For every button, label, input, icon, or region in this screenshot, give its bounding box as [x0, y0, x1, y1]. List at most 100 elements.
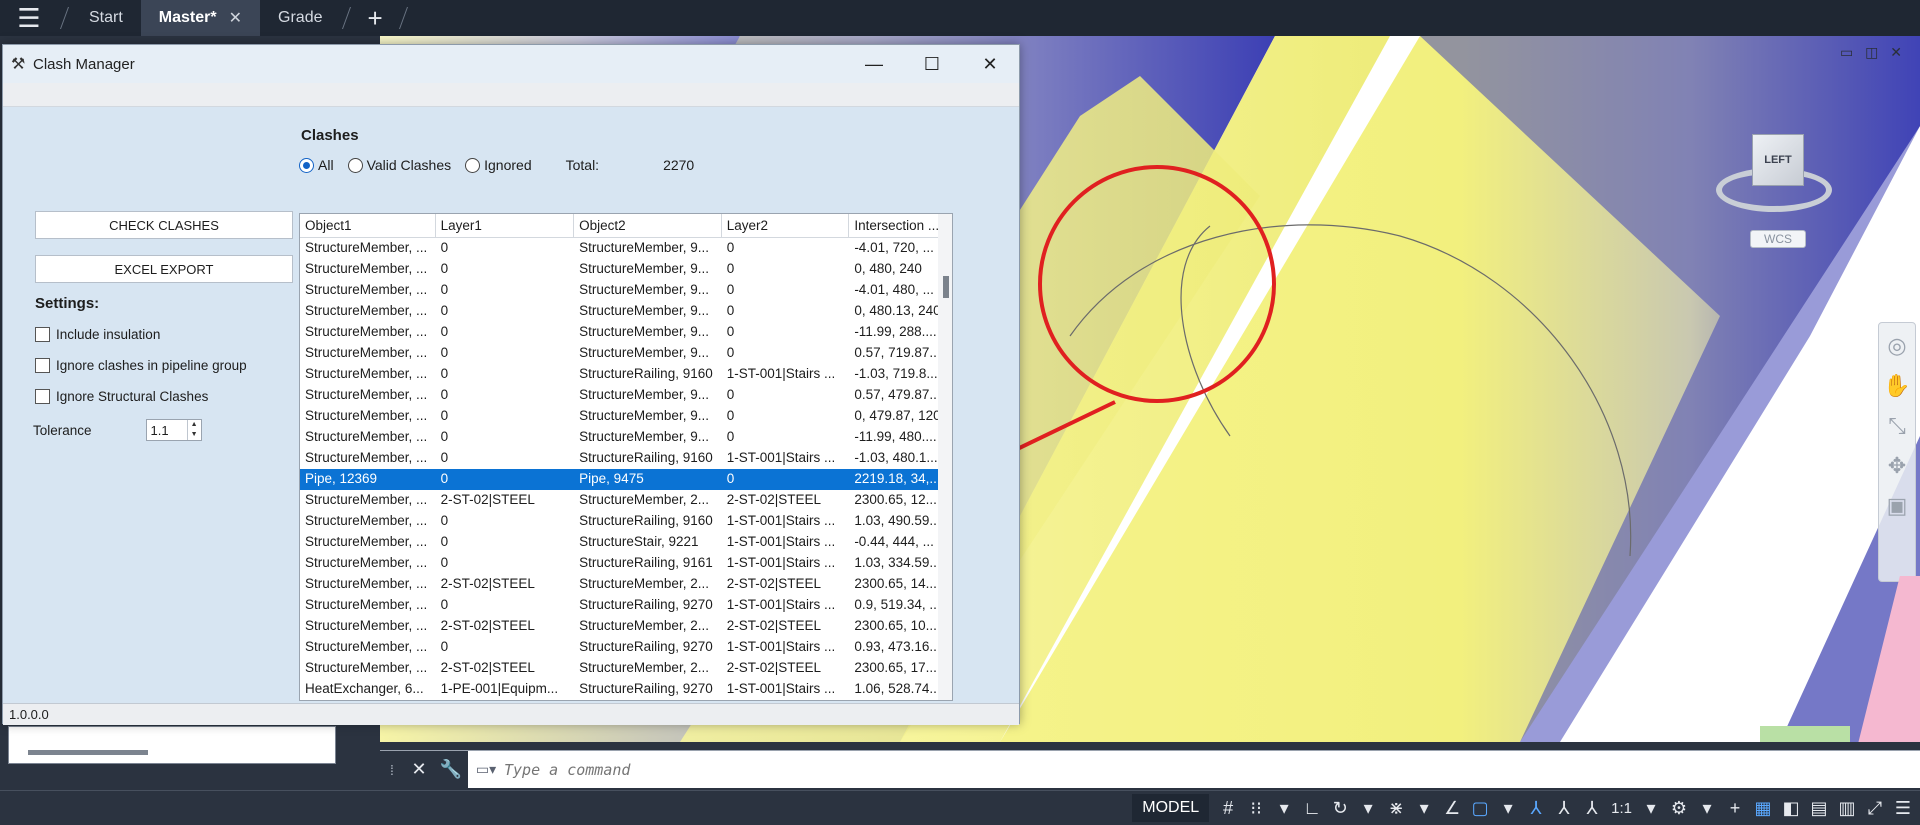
excel-export-button[interactable]: EXCEL EXPORT	[35, 255, 293, 283]
table-row[interactable]: StructureMember, ... 0 StructureMember, 9.…	[300, 238, 952, 259]
tolerance-value[interactable]: 1.1	[151, 423, 169, 438]
grid-icon[interactable]: #	[1219, 798, 1237, 819]
table-row[interactable]: StructureMember, ... 0 StructureMember, 9.…	[300, 343, 952, 364]
dropdown-arrow-icon[interactable]: ▾	[1642, 798, 1660, 819]
spinner-arrows-icon[interactable]: ▲ ▼	[186, 420, 201, 440]
pan-hand-icon[interactable]: ✋	[1883, 373, 1910, 399]
annotation-visibility-icon[interactable]: ⅄	[1555, 798, 1573, 819]
tab-start[interactable]: Start	[71, 0, 141, 36]
customize-menu-icon[interactable]: ☰	[1894, 798, 1912, 819]
column-header-object1[interactable]: Object1	[300, 214, 436, 237]
tolerance-stepper[interactable]: 1.1 ▲ ▼	[145, 419, 202, 441]
table-row[interactable]: StructureMember, ... 2-ST-02|STEEL Structu…	[300, 574, 952, 595]
dropdown-arrow-icon[interactable]: ▾	[1359, 798, 1377, 819]
include-insulation-checkbox[interactable]: Include insulation	[35, 327, 160, 342]
close-icon[interactable]: ✕	[961, 54, 1019, 75]
hardware-acceleration-icon[interactable]: ▤	[1810, 798, 1828, 819]
column-header-object2[interactable]: Object2	[574, 214, 722, 237]
zoom-icon[interactable]: ⤡	[1888, 413, 1906, 439]
properties-icon[interactable]: ▥	[1838, 798, 1856, 819]
table-row[interactable]: StructureMember, ... 0 StructureMember, 9.…	[300, 301, 952, 322]
object-snap-tracking-icon[interactable]: ⋇	[1387, 798, 1405, 819]
ignore-structural-clashes-checkbox[interactable]: Ignore Structural Clashes	[35, 389, 208, 404]
dropdown-arrow-icon[interactable]: ▾	[1499, 798, 1517, 819]
snap-icon[interactable]: ⁝⁝	[1247, 798, 1265, 819]
dropdown-arrow-icon[interactable]: ▾	[1415, 798, 1433, 819]
check-clashes-button[interactable]: CHECK CLASHES	[35, 211, 293, 239]
auto-scale-icon[interactable]: ⅄	[1583, 798, 1601, 819]
table-row[interactable]: StructureMember, ... 0 StructureStair, 922…	[300, 532, 952, 553]
palette-scroll-bar[interactable]	[28, 750, 148, 755]
radio-dot[interactable]	[299, 157, 314, 173]
table-row[interactable]: StructureMember, ... 0 StructureRailing, 9…	[300, 637, 952, 658]
table-row[interactable]: StructureMember, ... 2-ST-02|STEEL Structu…	[300, 658, 952, 679]
filter-all-radio[interactable]: All	[299, 157, 334, 173]
isolate-icon[interactable]: ◧	[1782, 798, 1800, 819]
radio-dot[interactable]	[465, 157, 481, 173]
checkbox-box[interactable]	[35, 389, 50, 404]
view-cube-face[interactable]: LEFT	[1752, 134, 1804, 186]
steering-wheel-icon[interactable]: ◎	[1887, 333, 1906, 359]
table-row[interactable]: StructureMember, ... 0 StructureMember, 9.…	[300, 385, 952, 406]
maximize-icon[interactable]: ☐	[903, 54, 961, 75]
checkbox-box[interactable]	[35, 358, 50, 373]
orbit-icon[interactable]: ✥	[1888, 453, 1906, 479]
object-snap-icon[interactable]: ▢	[1471, 798, 1489, 819]
ignore-pipeline-clashes-checkbox[interactable]: Ignore clashes in pipeline group	[35, 358, 247, 373]
column-header-intersection[interactable]: Intersection ...	[849, 214, 952, 237]
filter-ignored-radio[interactable]: Ignored	[465, 157, 532, 173]
table-row[interactable]: Pipe, 12369 0 Pipe, 9475 0 2219.18, 34,...	[300, 469, 952, 490]
table-row[interactable]: StructureMember, ... 0 StructureRailing, 9…	[300, 364, 952, 385]
table-scrollbar[interactable]	[938, 214, 952, 700]
command-line-grip-icon[interactable]: ⁞	[380, 750, 404, 789]
table-row[interactable]: StructureMember, ... 0 StructureRailing, 9…	[300, 448, 952, 469]
ortho-icon[interactable]: ∟	[1303, 798, 1321, 819]
palette-window[interactable]	[8, 726, 336, 764]
table-row[interactable]: StructureMember, ... 0 StructureRailing, 9…	[300, 553, 952, 574]
customize-wrench-icon[interactable]: 🔧	[434, 750, 468, 789]
tab-grade[interactable]: Grade	[260, 0, 340, 36]
column-header-layer1[interactable]: Layer1	[436, 214, 575, 237]
dialog-title-bar[interactable]: ⚒ Clash Manager — ☐ ✕	[3, 45, 1019, 83]
model-space-button[interactable]: MODEL	[1132, 794, 1210, 822]
close-command-line-icon[interactable]: ✕	[404, 750, 434, 789]
new-tab-plus-icon[interactable]: +	[353, 3, 396, 34]
table-row[interactable]: HeatExchanger, 6... 1-PE-001|Equipm... Str…	[300, 679, 952, 700]
hamburger-menu-icon[interactable]: ☰	[0, 0, 58, 36]
table-row[interactable]: StructureMember, ... 2-ST-02|STEEL Structu…	[300, 490, 952, 511]
wcs-menu[interactable]: WCS	[1750, 230, 1806, 248]
table-row[interactable]: StructureMember, ... 0 StructureRailing, 9…	[300, 595, 952, 616]
minimize-icon[interactable]: —	[845, 54, 903, 75]
table-row[interactable]: StructureMember, ... 0 StructureRailing, 9…	[300, 511, 952, 532]
checkbox-box[interactable]	[35, 327, 50, 342]
annotation-scale-icon[interactable]: ⅄	[1527, 798, 1545, 819]
filter-valid-radio[interactable]: Valid Clashes	[347, 157, 451, 173]
table-row[interactable]: StructureMember, ... 0 StructureMember, 9.…	[300, 406, 952, 427]
table-row[interactable]: StructureMember, ... 2-ST-02|STEEL Structu…	[300, 616, 952, 637]
viewport-window-controls[interactable]: ▭ ◫ ✕	[1840, 44, 1906, 61]
workspace-icon[interactable]: ▦	[1754, 798, 1772, 819]
clean-screen-icon[interactable]: ⤢	[1866, 798, 1884, 819]
dropdown-arrow-icon[interactable]: ▾	[1698, 798, 1716, 819]
command-history-icon[interactable]: ▭▾	[468, 751, 504, 789]
clash-results-table[interactable]: Object1 Layer1 Object2 Layer2 Intersecti…	[299, 213, 953, 701]
tab-master[interactable]: Master* ✕	[140, 0, 261, 36]
view-cube[interactable]: LEFT WCS	[1712, 112, 1832, 252]
table-row[interactable]: StructureMember, ... 0 StructureMember, 9.…	[300, 427, 952, 448]
polar-tracking-icon[interactable]: ↻	[1331, 798, 1349, 819]
cell-intersection: -1.03, 719.8...	[854, 366, 938, 381]
scrollbar-thumb[interactable]	[943, 276, 949, 298]
command-input[interactable]	[504, 751, 1920, 788]
table-row[interactable]: StructureMember, ... 0 StructureMember, 9.…	[300, 259, 952, 280]
gear-icon[interactable]: ⚙	[1670, 798, 1688, 819]
table-row[interactable]: StructureMember, ... 0 StructureMember, 9.…	[300, 322, 952, 343]
close-tab-icon[interactable]: ✕	[229, 8, 242, 28]
radio-dot[interactable]	[347, 157, 363, 173]
dropdown-arrow-icon[interactable]: ▾	[1275, 798, 1293, 819]
showmotion-icon[interactable]: ▣	[1887, 493, 1908, 519]
column-header-layer2[interactable]: Layer2	[722, 214, 850, 237]
table-row[interactable]: StructureMember, ... 0 StructureMember, 9.…	[300, 280, 952, 301]
add-icon[interactable]: +	[1726, 798, 1744, 819]
angle-icon[interactable]: ∠	[1443, 798, 1461, 819]
scale-selector[interactable]: 1:1	[1611, 800, 1632, 817]
